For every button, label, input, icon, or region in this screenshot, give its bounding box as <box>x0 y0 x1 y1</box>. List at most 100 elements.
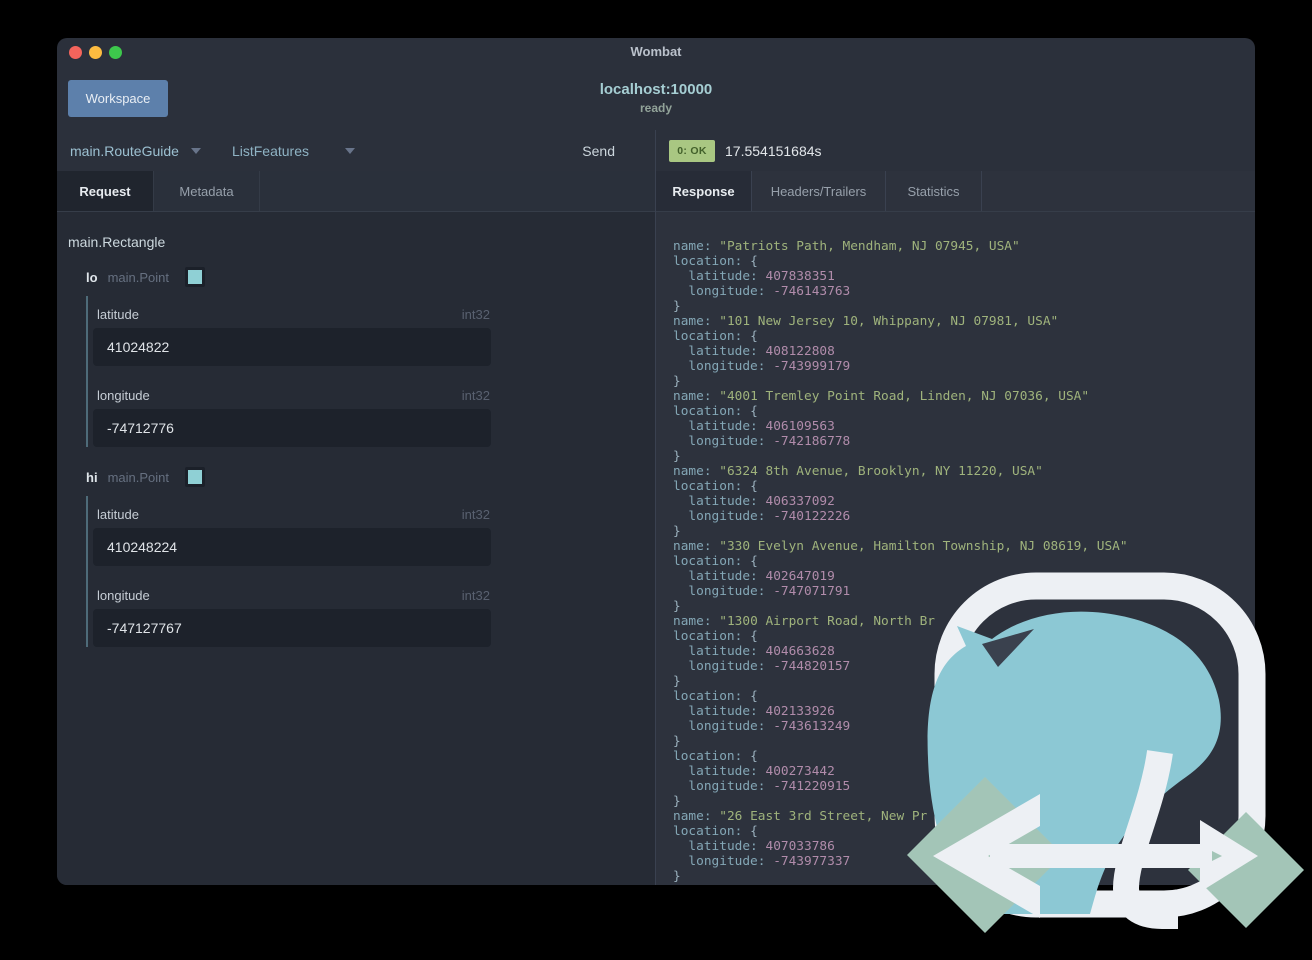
titlebar[interactable]: Wombat <box>57 38 1255 66</box>
field-group-lo: latitude int32 41024822 longitude int32 -7471… <box>86 296 495 447</box>
response-line: location: { <box>673 689 758 704</box>
zoom-button[interactable] <box>109 46 122 59</box>
response-line: location: { <box>673 749 758 764</box>
method-select[interactable]: ListFeatures <box>232 143 309 159</box>
response-line: latitude: 400273442 <box>688 764 835 779</box>
response-line: location: { <box>673 404 758 419</box>
response-line: } <box>673 674 681 689</box>
response-line: latitude: 407033786 <box>688 839 835 854</box>
traffic-lights <box>69 46 122 59</box>
field-header-lo: lo main.Point <box>86 264 655 290</box>
response-line: location: { <box>673 629 758 644</box>
minimize-button[interactable] <box>89 46 102 59</box>
tab-metadata[interactable]: Metadata <box>154 171 260 211</box>
response-line: latitude: 408122808 <box>688 344 835 359</box>
tab-response[interactable]: Response <box>656 171 752 211</box>
tab-statistics[interactable]: Statistics <box>886 171 982 211</box>
response-line: name: "4001 Tremley Point Road, Linden, … <box>673 389 1090 404</box>
tab-request[interactable]: Request <box>57 171 154 211</box>
response-line: } <box>673 869 681 884</box>
response-line: } <box>673 449 681 464</box>
toolbar-right: 0: OK 17.554151684s <box>656 130 1255 171</box>
chevron-down-icon[interactable] <box>345 147 355 154</box>
response-line: longitude: -743977337 <box>688 854 851 869</box>
response-line: location: { <box>673 479 758 494</box>
field-label: latitude <box>97 306 139 322</box>
toolbar: main.RouteGuide ListFeatures Send 0: OK … <box>57 130 1255 172</box>
response-line: } <box>673 794 681 809</box>
response-line: location: { <box>673 824 758 839</box>
request-form: main.Rectangle lo main.Point latitude int32… <box>57 212 655 647</box>
field-enabled-checkbox[interactable] <box>184 267 205 287</box>
response-line: longitude: -744820157 <box>688 659 851 674</box>
field-scalar-type: int32 <box>461 506 490 522</box>
request-tabs: Request Metadata <box>57 171 655 212</box>
response-output[interactable]: name: "Patriots Path, Mendham, NJ 07945,… <box>673 239 1128 884</box>
lo-longitude-input[interactable]: -74712776 <box>93 409 491 447</box>
response-line: longitude: -740122226 <box>688 509 851 524</box>
hi-longitude-input[interactable]: -747127767 <box>93 609 491 647</box>
response-line: longitude: -747071791 <box>688 584 851 599</box>
response-line: longitude: -743613249 <box>688 719 851 734</box>
send-button[interactable]: Send <box>576 130 621 171</box>
response-line: longitude: -743999179 <box>688 359 851 374</box>
connection-state: ready <box>639 101 673 115</box>
field-enabled-checkbox[interactable] <box>184 467 205 487</box>
field-label-row: latitude int32 <box>97 302 495 326</box>
field-label-row: longitude int32 <box>97 583 495 607</box>
field-label: latitude <box>97 506 139 522</box>
field-header-hi: hi main.Point <box>86 464 655 490</box>
lo-latitude-input[interactable]: 41024822 <box>93 328 491 366</box>
response-line: } <box>673 734 681 749</box>
field-name: lo <box>86 269 98 285</box>
field-label: longitude <box>97 587 150 603</box>
response-line: latitude: 402647019 <box>688 569 835 584</box>
field-scalar-type: int32 <box>461 587 490 603</box>
field-label-row: latitude int32 <box>97 502 495 526</box>
response-line: name: "Patriots Path, Mendham, NJ 07945,… <box>673 239 1020 254</box>
response-line: name: "1300 Airport Road, North Br <box>673 614 935 629</box>
field-group-hi: latitude int32 410248224 longitude int32 -747… <box>86 496 495 647</box>
window-title: Wombat <box>630 44 682 59</box>
response-line: location: { <box>673 554 758 569</box>
response-line: longitude: -741220915 <box>688 779 851 794</box>
close-button[interactable] <box>69 46 82 59</box>
workspace-button[interactable]: Workspace <box>68 80 168 117</box>
response-line: } <box>673 299 681 314</box>
form-groups: lo main.Point latitude int32 41024822 longitu… <box>68 264 655 647</box>
response-line: name: "330 Evelyn Avenue, Hamilton Towns… <box>673 539 1128 554</box>
response-line: latitude: 406337092 <box>688 494 835 509</box>
response-line: longitude: -742186778 <box>688 434 851 449</box>
field-label: longitude <box>97 387 150 403</box>
toolbar-left: main.RouteGuide ListFeatures Send <box>57 130 655 171</box>
field-scalar-type: int32 <box>461 306 490 322</box>
response-line: name: "6324 8th Avenue, Brooklyn, NY 112… <box>673 464 1043 479</box>
response-line: latitude: 407838351 <box>688 269 835 284</box>
panel-divider <box>655 130 656 885</box>
response-line: name: "101 New Jersey 10, Whippany, NJ 0… <box>673 314 1059 329</box>
checkbox-checked-fill <box>187 270 202 284</box>
tabs-row: Request Metadata Response Headers/Traile… <box>57 171 1255 212</box>
response-line: name: "26 East 3rd Street, New Pr <box>673 809 928 824</box>
wombat-window: Wombat Workspace localhost:10000 ready m… <box>57 38 1255 885</box>
response-line: } <box>673 524 681 539</box>
tab-headers-trailers[interactable]: Headers/Trailers <box>752 171 886 211</box>
server-address: localhost:10000 <box>599 81 713 98</box>
checkbox-checked-fill <box>187 470 202 484</box>
field-type: main.Point <box>107 469 169 485</box>
response-line: latitude: 404663628 <box>688 644 835 659</box>
connection-status: localhost:10000 ready <box>57 81 1255 115</box>
response-line: location: { <box>673 254 758 269</box>
message-type-label: main.Rectangle <box>68 234 166 250</box>
hi-latitude-input[interactable]: 410248224 <box>93 528 491 566</box>
request-panel: main.Rectangle lo main.Point latitude int32… <box>57 212 655 885</box>
service-select[interactable]: main.RouteGuide <box>70 143 179 159</box>
field-type: main.Point <box>107 269 169 285</box>
field-label-row: longitude int32 <box>97 383 495 407</box>
chevron-down-icon[interactable] <box>190 147 201 154</box>
response-line: } <box>673 374 681 389</box>
status-badge: 0: OK <box>669 139 715 162</box>
response-tabs: Response Headers/Trailers Statistics <box>656 171 1255 212</box>
response-line: location: { <box>673 329 758 344</box>
response-line: latitude: 402133926 <box>688 704 835 719</box>
